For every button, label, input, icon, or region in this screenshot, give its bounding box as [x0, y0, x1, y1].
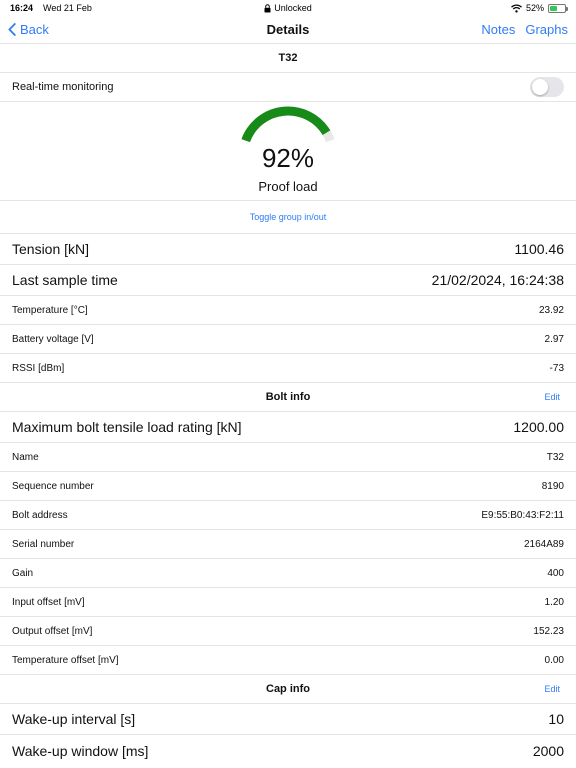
- cap-info-label: Wake-up interval [s]: [12, 711, 136, 727]
- realtime-monitoring-row: Real-time monitoring: [0, 73, 576, 102]
- status-time: 16:24: [10, 3, 34, 13]
- reading-value: 1100.46: [514, 241, 564, 257]
- reading-value: 2.97: [544, 333, 564, 345]
- bolt-info-value: 1200.00: [513, 419, 564, 435]
- bolt-info-label: Output offset [mV]: [12, 625, 93, 637]
- cap-info-value: 2000: [532, 742, 564, 759]
- reading-row: RSSI [dBm] -73: [0, 354, 576, 383]
- bolt-info-value: 1.20: [544, 596, 564, 608]
- lock-icon: [264, 3, 271, 12]
- battery-icon: [548, 3, 568, 13]
- cap-info-value: 10: [548, 711, 564, 727]
- bolt-info-header: Bolt info Edit: [0, 383, 576, 412]
- reading-value: 23.92: [538, 304, 564, 316]
- gauge-section: 92% Proof load: [0, 102, 576, 201]
- bolt-info-label: Serial number: [12, 538, 75, 550]
- navigation-bar: Back Details Notes Graphs: [0, 16, 576, 44]
- cap-info-label: Wake-up window [ms]: [12, 742, 149, 759]
- bolt-info-label: Input offset [mV]: [12, 596, 85, 608]
- bolt-info-row: Serial number 2164A89: [0, 530, 576, 559]
- device-name: T32: [278, 52, 298, 64]
- graphs-button[interactable]: Graphs: [525, 22, 568, 37]
- reading-label: RSSI [dBm]: [12, 362, 65, 374]
- bolt-info-title: Bolt info: [265, 391, 311, 403]
- toggle-group-button[interactable]: Toggle group in/out: [250, 212, 327, 222]
- chevron-left-icon: [8, 23, 16, 36]
- bolt-info-label: Bolt address: [12, 509, 68, 521]
- reading-row: Battery voltage [V] 2.97: [0, 325, 576, 354]
- bolt-info-row: Input offset [mV] 1.20: [0, 588, 576, 617]
- bolt-info-edit-button[interactable]: Edit: [544, 392, 560, 402]
- bolt-info-label: Name: [12, 451, 39, 463]
- cap-info-row: Wake-up interval [s] 10: [0, 704, 576, 735]
- bolt-info-section: Maximum bolt tensile load rating [kN] 120…: [0, 412, 576, 675]
- bolt-info-value: 8190: [541, 480, 564, 492]
- bolt-info-label: Maximum bolt tensile load rating [kN]: [12, 419, 242, 435]
- bolt-info-value: 152.23: [533, 625, 564, 637]
- reading-row: Tension [kN] 1100.46: [0, 234, 576, 265]
- gauge-fill: [241, 106, 331, 143]
- cap-info-header: Cap info Edit: [0, 675, 576, 704]
- reading-label: Temperature [°C]: [12, 304, 88, 316]
- cap-info-section: Wake-up interval [s] 10 Wake-up window [m…: [0, 704, 576, 766]
- bolt-info-label: Temperature offset [mV]: [12, 654, 119, 666]
- reading-row: Last sample time 21/02/2024, 16:24:38: [0, 265, 576, 296]
- bolt-info-label: Sequence number: [12, 480, 94, 492]
- cap-info-row: Wake-up window [ms] 2000: [0, 735, 576, 766]
- lock-status: Unlocked: [274, 3, 312, 13]
- bolt-info-row: Output offset [mV] 152.23: [0, 617, 576, 646]
- bolt-info-value: 2164A89: [523, 538, 564, 550]
- device-name-header: T32: [0, 44, 576, 73]
- back-button-label: Back: [20, 22, 49, 37]
- reading-label: Tension [kN]: [12, 241, 90, 257]
- bolt-info-row: Maximum bolt tensile load rating [kN] 120…: [0, 412, 576, 443]
- toggle-knob: [532, 79, 548, 95]
- cap-info-title: Cap info: [266, 683, 310, 695]
- bolt-info-row: Bolt address E9:55:B0:43:F2:11: [0, 501, 576, 530]
- reading-row: Temperature [°C] 23.92: [0, 296, 576, 325]
- gauge-label: Proof load: [258, 179, 318, 194]
- notes-button[interactable]: Notes: [481, 22, 515, 37]
- bolt-info-value: 400: [547, 567, 564, 579]
- bolt-info-row: Name T32: [0, 443, 576, 472]
- bolt-info-row: Temperature offset [mV] 0.00: [0, 646, 576, 675]
- status-date: Wed 21 Feb: [43, 3, 92, 13]
- battery-percent: 52%: [525, 3, 544, 13]
- back-button[interactable]: Back: [8, 22, 49, 37]
- readings-section: Tension [kN] 1100.46 Last sample time 21/0…: [0, 234, 576, 383]
- bolt-info-value: 0.00: [544, 654, 564, 666]
- reading-label: Battery voltage [V]: [12, 333, 94, 345]
- gauge-percent: 92%: [261, 143, 315, 173]
- realtime-monitoring-label: Real-time monitoring: [12, 81, 114, 93]
- reading-label: Last sample time: [12, 272, 118, 288]
- bolt-info-label: Gain: [12, 567, 34, 579]
- status-bar: 16:24 Wed 21 Feb Unlocked 52%: [0, 0, 576, 16]
- wifi-icon: [511, 3, 522, 13]
- cap-info-edit-button[interactable]: Edit: [544, 684, 560, 694]
- toggle-group-row: Toggle group in/out: [0, 201, 576, 234]
- bolt-info-row: Gain 400: [0, 559, 576, 588]
- bolt-info-value: E9:55:B0:43:F2:11: [481, 509, 564, 521]
- realtime-monitoring-toggle[interactable]: [530, 77, 564, 97]
- bolt-info-row: Sequence number 8190: [0, 472, 576, 501]
- reading-value: -73: [549, 362, 564, 374]
- reading-value: 21/02/2024, 16:24:38: [431, 272, 564, 288]
- bolt-info-value: T32: [546, 451, 564, 463]
